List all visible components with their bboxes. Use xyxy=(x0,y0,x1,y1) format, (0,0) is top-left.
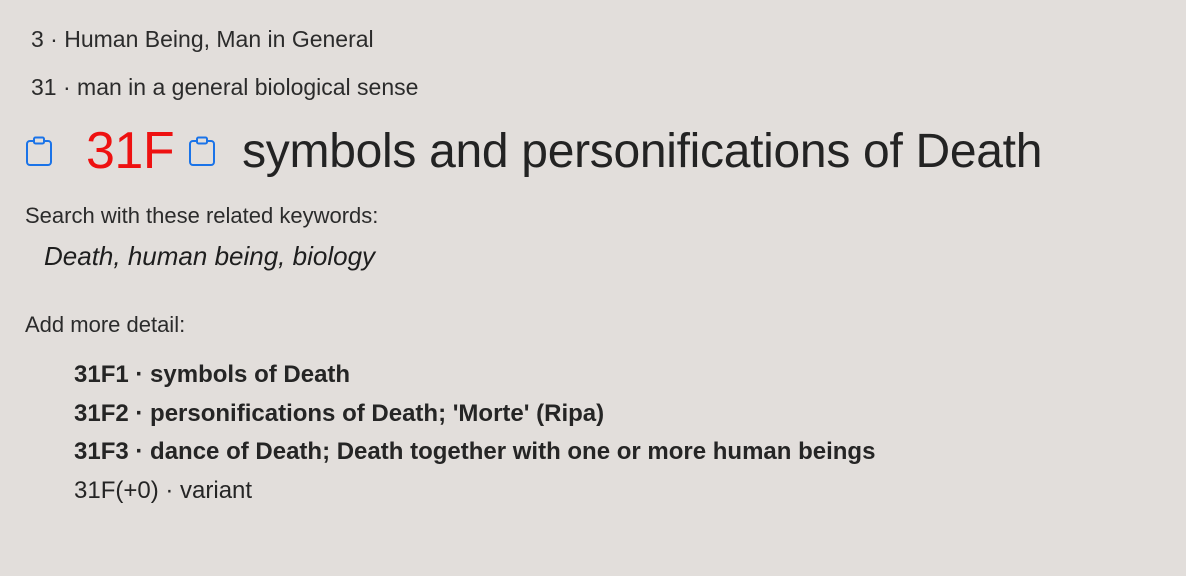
keyword-list: Death, human being, biology xyxy=(44,241,375,272)
title-text: symbols and personifications of Death xyxy=(242,124,1043,178)
breadcrumb-separator: · xyxy=(56,74,78,100)
breadcrumb-code: 3 xyxy=(31,26,44,52)
breadcrumb-label: man in a general biological sense xyxy=(77,74,419,100)
breadcrumb-label: Human Being, Man in General xyxy=(64,26,374,52)
breadcrumb-code: 31 xyxy=(31,74,57,100)
detail-list: 31F1 · symbols of Death 31F2 · personifi… xyxy=(74,360,875,514)
detail-item[interactable]: 31F1 · symbols of Death xyxy=(74,360,875,399)
notation-code: 31F xyxy=(86,122,175,180)
detail-item[interactable]: 31F3 · dance of Death; Death together wi… xyxy=(74,437,875,476)
detail-label: Add more detail: xyxy=(25,312,186,337)
keyword-link[interactable]: human being, xyxy=(128,241,286,271)
detail-item[interactable]: 31F2 · personifications of Death; 'Morte… xyxy=(74,399,875,438)
clipboard-icon[interactable] xyxy=(188,135,216,167)
page-title: 31F symbols and personifications of Deat… xyxy=(25,118,1042,184)
breadcrumb-level-1[interactable]: 3 · Human Being, Man in General xyxy=(31,26,374,53)
keyword-link[interactable]: biology xyxy=(293,241,375,271)
keywords-label: Search with these related keywords: xyxy=(25,203,379,228)
detail-item[interactable]: 31F(+0) · variant xyxy=(74,476,875,515)
clipboard-icon[interactable] xyxy=(25,135,53,167)
breadcrumb-separator: · xyxy=(43,26,65,52)
breadcrumb-level-2[interactable]: 31 · man in a general biological sense xyxy=(31,74,418,101)
keyword-link[interactable]: Death, xyxy=(44,241,121,271)
